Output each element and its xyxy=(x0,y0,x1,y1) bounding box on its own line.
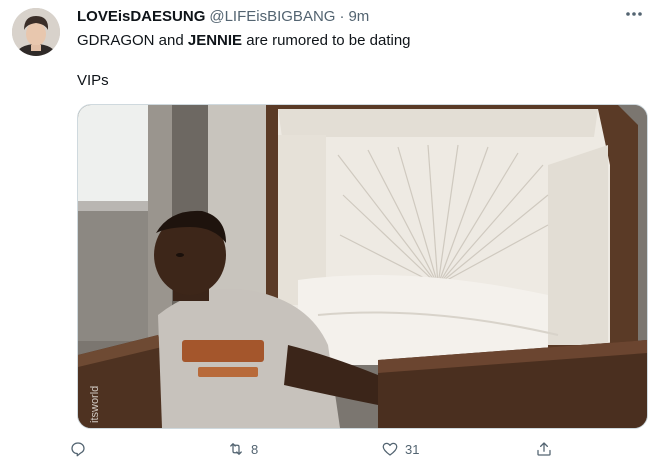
tweet-text: GDRAGON and JENNIE are rumored to be dat… xyxy=(77,31,637,91)
retweet-icon xyxy=(230,443,242,455)
tweet-text-line-1: GDRAGON and JENNIE are rumored to be dat… xyxy=(77,31,637,51)
tweet[interactable]: LOVEisDAESUNG @LIFEisBIGBANG · 9m GDRAGO… xyxy=(0,0,668,463)
tweet-actions: 8 31 xyxy=(71,436,577,462)
like-button[interactable]: 31 xyxy=(381,436,419,462)
like-count: 31 xyxy=(405,441,420,457)
more-horizontal-icon xyxy=(626,12,642,16)
separator-dot: · xyxy=(339,7,345,25)
text-part: are rumored to be dating xyxy=(242,32,411,49)
timestamp[interactable]: 9m xyxy=(348,8,369,25)
retweet-count: 8 xyxy=(251,441,259,457)
more-options-button[interactable] xyxy=(622,6,646,22)
reply-button[interactable] xyxy=(69,436,93,462)
text-part: GDRAGON and xyxy=(77,32,188,49)
reply-icon xyxy=(71,442,85,457)
media-photo: itsworld xyxy=(78,105,647,428)
tweet-text-line-2: VIPs xyxy=(77,72,109,89)
display-name[interactable]: LOVEisDAESUNG xyxy=(77,8,205,25)
share-icon xyxy=(537,442,551,456)
media-watermark: itsworld xyxy=(89,386,101,423)
user-handle[interactable]: @LIFEisBIGBANG xyxy=(209,8,335,25)
tweet-media[interactable]: itsworld xyxy=(77,104,648,429)
tweet-header: LOVEisDAESUNG @LIFEisBIGBANG · 9m xyxy=(77,6,656,26)
avatar-image xyxy=(12,8,60,56)
text-bold-name: JENNIE xyxy=(187,32,243,49)
avatar[interactable] xyxy=(12,8,60,56)
heart-icon xyxy=(382,442,398,456)
share-button[interactable] xyxy=(535,436,553,462)
retweet-button[interactable]: 8 xyxy=(227,436,258,462)
